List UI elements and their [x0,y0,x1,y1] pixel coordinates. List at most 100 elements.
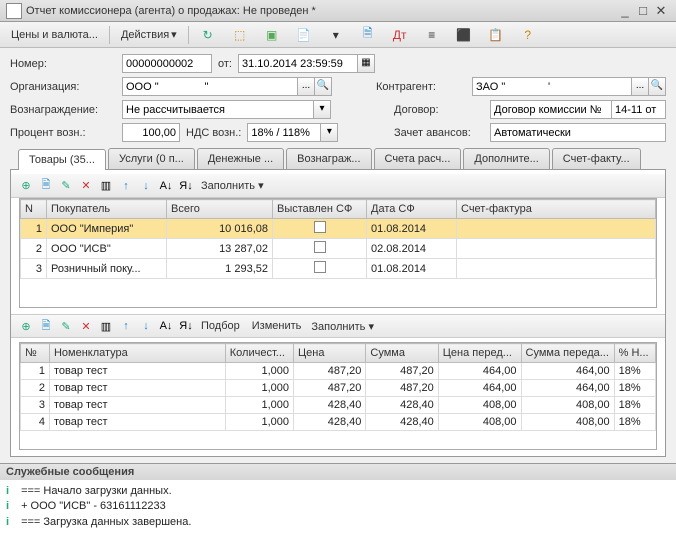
add-icon-2[interactable]: ⊕ [17,317,35,335]
tab-additional[interactable]: Дополните... [463,148,549,169]
tool-icon-1[interactable]: ▥ [97,177,115,195]
org-lookup-icon[interactable]: ... [298,77,315,96]
table-row[interactable]: 2товар тест1,000487,20487,20464,00464,00… [21,380,656,397]
org-input[interactable] [122,77,298,96]
table-row[interactable]: 2ООО "ИСВ"13 287,0202.08.2014 [21,239,656,259]
col-datesf[interactable]: Дата СФ [367,200,457,219]
toolbar-icon-1[interactable]: ↻ [193,24,223,46]
counterparty-input[interactable] [472,77,632,96]
toolbar-icon-4[interactable]: 📄 [289,24,319,46]
date-input[interactable] [238,54,358,73]
price-currency-button[interactable]: Цены и валюта... [4,26,105,44]
edit-button[interactable]: Изменить [248,320,306,332]
toolbar-icon-7[interactable]: Дт [385,24,415,46]
tab-money[interactable]: Денежные ... [197,148,284,169]
items-grid[interactable]: № Номенклатура Количест... Цена Сумма Це… [19,342,657,450]
number-input[interactable] [122,54,212,73]
table-row[interactable]: 3Розничный поку...1 293,5201.08.2014 [21,259,656,279]
col2-tprice[interactable]: Цена перед... [438,344,521,363]
copy-icon-2[interactable]: 🗎 [37,317,55,335]
col-issued[interactable]: Выставлен СФ [273,200,367,219]
delete-icon-2[interactable]: ✕ [77,317,95,335]
checkbox-icon[interactable] [314,241,326,253]
close-button[interactable]: ✕ [652,3,670,19]
tab-invoice[interactable]: Счет-факту... [552,148,641,169]
tab-accounts[interactable]: Счета расч... [374,148,462,169]
org-search-icon[interactable]: 🔍 [315,77,332,96]
vat-input[interactable] [247,123,321,142]
toolbar-icon-9[interactable]: ⬛ [449,24,479,46]
counterparty-lookup-icon[interactable]: ... [632,77,649,96]
help-icon[interactable]: ? [513,24,543,46]
tab-reward[interactable]: Вознаграж... [286,148,371,169]
counterparty-search-icon[interactable]: 🔍 [649,77,666,96]
grid2-toolbar: ⊕ 🗎 ✎ ✕ ▥ ↑ ↓ A↓ Я↓ Подбор Изменить Запо… [11,314,665,338]
table-row[interactable]: 3товар тест1,000428,40428,40408,00408,00… [21,397,656,414]
col2-price[interactable]: Цена [294,344,366,363]
tool-icon-2[interactable]: ▥ [97,317,115,335]
calendar-icon[interactable]: ▦ [358,54,375,73]
buyers-grid[interactable]: N Покупатель Всего Выставлен СФ Дата СФ … [19,198,657,308]
col2-n[interactable]: № [21,344,50,363]
fill-button[interactable]: Заполнить ▾ [197,179,268,192]
main-toolbar: Цены и валюта... Действия ▾ ↻ ⬚ ▣ 📄 ▾ 🗎 … [0,22,676,48]
col-n[interactable]: N [21,200,47,219]
up-icon[interactable]: ↑ [117,177,135,195]
edit-icon[interactable]: ✎ [57,177,75,195]
col2-vat[interactable]: % Н... [614,344,655,363]
reward-label: Вознаграждение: [10,104,116,116]
col2-tsum[interactable]: Сумма переда... [521,344,614,363]
checkbox-icon[interactable] [314,221,326,233]
vat-label: НДС возн.: [186,127,241,139]
toolbar-icon-5[interactable]: ▾ [321,24,351,46]
contract-extra-input[interactable] [612,100,666,119]
actions-menu[interactable]: Действия ▾ [114,25,184,44]
tab-goods[interactable]: Товары (35... [18,149,106,170]
table-row[interactable]: 1ООО "Империя"10 016,0801.08.2014 [21,219,656,239]
col-total[interactable]: Всего [167,200,273,219]
toolbar-icon-2[interactable]: ⬚ [225,24,255,46]
contract-input[interactable] [490,100,612,119]
tabs: Товары (35... Услуги (0 п... Денежные ..… [10,148,666,170]
titlebar: Отчет комиссионера (агента) о продажах: … [0,0,676,22]
sort-desc-icon-2[interactable]: Я↓ [177,317,195,335]
tab-services[interactable]: Услуги (0 п... [108,148,195,169]
adv-label: Зачет авансов: [394,127,484,139]
pct-label: Процент возн.: [10,127,116,139]
toolbar-icon-8[interactable]: ≡ [417,24,447,46]
up-icon-2[interactable]: ↑ [117,317,135,335]
add-icon[interactable]: ⊕ [17,177,35,195]
col2-nom[interactable]: Номенклатура [49,344,225,363]
toolbar-icon-6[interactable]: 🗎 [353,24,383,46]
copy-icon[interactable]: 🗎 [37,177,55,195]
sort-asc-icon-2[interactable]: A↓ [157,317,175,335]
maximize-button[interactable]: □ [634,3,652,18]
table-row[interactable]: 4товар тест1,000428,40428,40408,00408,00… [21,414,656,431]
org-label: Организация: [10,81,116,93]
message-line: i === Начало загрузки данных. [6,484,670,499]
edit-icon-2[interactable]: ✎ [57,317,75,335]
checkbox-icon[interactable] [314,261,326,273]
col2-qty[interactable]: Количест... [225,344,293,363]
toolbar-icon-3[interactable]: ▣ [257,24,287,46]
fill-button-2[interactable]: Заполнить ▾ [307,320,378,333]
sort-asc-icon[interactable]: A↓ [157,177,175,195]
table-row[interactable]: 1товар тест1,000487,20487,20464,00464,00… [21,363,656,380]
down-icon[interactable]: ↓ [137,177,155,195]
down-icon-2[interactable]: ↓ [137,317,155,335]
vat-dropdown-icon[interactable]: ▾ [321,123,338,142]
col-buyer[interactable]: Покупатель [47,200,167,219]
toolbar-icon-10[interactable]: 📋 [481,24,511,46]
pick-button[interactable]: Подбор [197,320,244,332]
col2-sum[interactable]: Сумма [366,344,438,363]
from-label: от: [218,58,232,70]
adv-input[interactable] [490,123,666,142]
delete-icon[interactable]: ✕ [77,177,95,195]
col-sf[interactable]: Счет-фактура [457,200,656,219]
reward-dropdown-icon[interactable]: ▾ [314,100,331,119]
sort-desc-icon[interactable]: Я↓ [177,177,195,195]
reward-input[interactable] [122,100,314,119]
minimize-button[interactable]: _ [616,3,634,18]
info-icon: i [6,499,18,514]
pct-input[interactable] [122,123,180,142]
